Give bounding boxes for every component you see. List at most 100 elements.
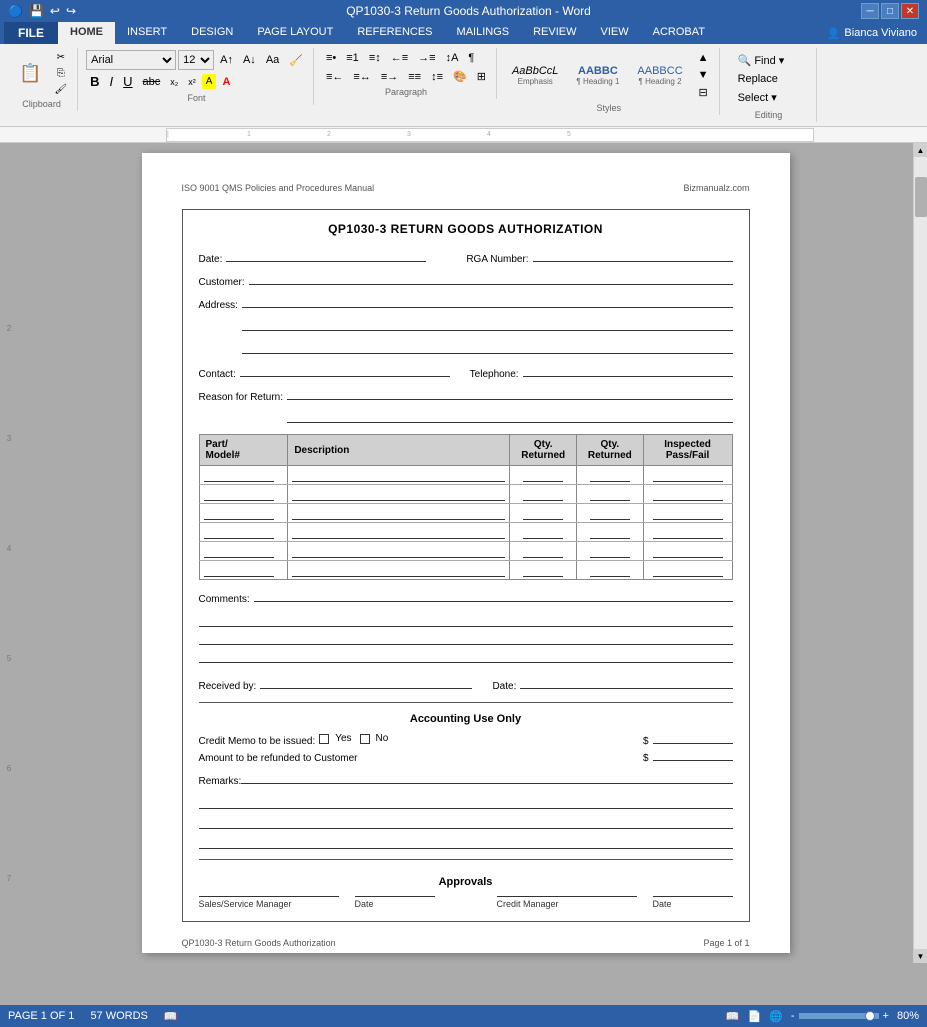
print-layout-icon[interactable]: 📄: [747, 1010, 761, 1023]
reason-field[interactable]: [287, 386, 733, 400]
td-inspect-4[interactable]: [643, 523, 732, 542]
scroll-down-button[interactable]: ▼: [914, 949, 927, 963]
customer-field[interactable]: [249, 271, 733, 285]
minimize-button[interactable]: ─: [861, 3, 879, 19]
td-qty1-3[interactable]: [510, 504, 577, 523]
replace-button[interactable]: Replace: [734, 71, 804, 87]
remarks-field-1[interactable]: [241, 770, 732, 784]
td-inspect-1[interactable]: [643, 466, 732, 485]
td-inspect-6[interactable]: [643, 561, 732, 580]
reason-field-2[interactable]: [287, 409, 733, 423]
sales-manager-line[interactable]: [199, 896, 339, 897]
read-mode-icon[interactable]: 📖: [726, 1010, 740, 1023]
td-qty2-6[interactable]: [577, 561, 644, 580]
remarks-line-4[interactable]: [199, 833, 733, 849]
clear-format-button[interactable]: 🧹: [285, 52, 307, 69]
strikethrough-button[interactable]: abc: [139, 74, 165, 90]
tab-home[interactable]: HOME: [58, 22, 115, 44]
increase-indent-button[interactable]: →≡: [414, 50, 439, 66]
tab-references[interactable]: REFERENCES: [345, 22, 444, 44]
td-qty2-2[interactable]: [577, 485, 644, 504]
shading-button[interactable]: 🎨: [449, 68, 471, 85]
td-inspect-5[interactable]: [643, 542, 732, 561]
zoom-in-icon[interactable]: +: [883, 1010, 889, 1022]
comments-line-3[interactable]: [199, 629, 733, 645]
align-right-button[interactable]: ≡→: [377, 68, 402, 85]
td-inspect-3[interactable]: [643, 504, 732, 523]
underline-button[interactable]: U: [119, 72, 136, 91]
td-qty2-3[interactable]: [577, 504, 644, 523]
grow-font-button[interactable]: A↑: [216, 52, 237, 68]
scroll-up-button[interactable]: ▲: [914, 143, 927, 157]
borders-button[interactable]: ⊞: [473, 68, 490, 85]
td-desc-5[interactable]: [288, 542, 510, 561]
format-painter-button[interactable]: 🖌: [50, 82, 71, 97]
show-formatting-button[interactable]: ¶: [464, 50, 478, 66]
credit-amount-field[interactable]: [653, 743, 733, 744]
td-part-1[interactable]: [199, 466, 288, 485]
zoom-slider[interactable]: [799, 1013, 879, 1019]
align-left-button[interactable]: ≡←: [322, 68, 347, 85]
address-field-1[interactable]: [242, 294, 733, 308]
quick-access-redo[interactable]: ↪: [66, 4, 76, 18]
td-qty1-4[interactable]: [510, 523, 577, 542]
scroll-area[interactable]: ISO 9001 QMS Policies and Procedures Man…: [18, 143, 913, 963]
font-family-select[interactable]: Arial: [86, 50, 176, 70]
tab-file[interactable]: FILE: [4, 22, 58, 44]
td-qty1-5[interactable]: [510, 542, 577, 561]
paste-button[interactable]: 📋: [12, 60, 48, 87]
styles-expand-button[interactable]: ⊟: [694, 84, 713, 101]
web-layout-icon[interactable]: 🌐: [769, 1010, 783, 1023]
find-button[interactable]: 🔍 Find ▾: [734, 52, 804, 69]
bold-button[interactable]: B: [86, 72, 103, 91]
comments-field-1[interactable]: [254, 588, 733, 602]
td-part-3[interactable]: [199, 504, 288, 523]
sales-date-line[interactable]: [355, 896, 435, 897]
shrink-font-button[interactable]: A↓: [239, 52, 260, 68]
td-desc-2[interactable]: [288, 485, 510, 504]
td-qty2-4[interactable]: [577, 523, 644, 542]
received-by-field[interactable]: [260, 675, 472, 689]
td-qty2-1[interactable]: [577, 466, 644, 485]
tab-view[interactable]: VIEW: [589, 22, 641, 44]
justify-button[interactable]: ≡≡: [404, 68, 425, 85]
styles-up-button[interactable]: ▲: [694, 50, 713, 66]
refund-amount-field[interactable]: [653, 760, 733, 761]
td-qty2-5[interactable]: [577, 542, 644, 561]
text-highlight-button[interactable]: A: [202, 74, 217, 89]
style-heading1[interactable]: AABBC ¶ Heading 1: [569, 62, 626, 89]
remarks-line-2[interactable]: [199, 793, 733, 809]
tab-mailings[interactable]: MAILINGS: [445, 22, 522, 44]
comments-line-4[interactable]: [199, 647, 733, 663]
select-button[interactable]: Select ▾: [734, 89, 804, 106]
credit-date-line[interactable]: [653, 896, 733, 897]
td-part-6[interactable]: [199, 561, 288, 580]
td-desc-4[interactable]: [288, 523, 510, 542]
rga-number-field[interactable]: [533, 248, 733, 262]
superscript-button[interactable]: x²: [184, 75, 200, 89]
scroll-thumb[interactable]: [915, 177, 927, 217]
change-case-button[interactable]: Aa: [262, 52, 283, 68]
language-icon[interactable]: 📖: [164, 1010, 178, 1023]
tab-page-layout[interactable]: PAGE LAYOUT: [245, 22, 345, 44]
copy-button[interactable]: ⎘: [50, 66, 71, 81]
font-size-select[interactable]: 12: [178, 50, 214, 70]
style-heading2[interactable]: AABBCC ¶ Heading 2: [630, 62, 689, 89]
address-field-2[interactable]: [242, 317, 733, 331]
align-center-button[interactable]: ≡↔: [349, 68, 374, 85]
remarks-line-3[interactable]: [199, 813, 733, 829]
zoom-out-icon[interactable]: -: [791, 1010, 795, 1022]
tab-review[interactable]: REVIEW: [521, 22, 588, 44]
subscript-button[interactable]: x₂: [166, 75, 182, 89]
italic-button[interactable]: I: [106, 72, 118, 91]
quick-access-save[interactable]: 💾: [29, 4, 44, 18]
tab-design[interactable]: DESIGN: [179, 22, 245, 44]
td-qty1-6[interactable]: [510, 561, 577, 580]
no-checkbox[interactable]: [360, 734, 370, 744]
tab-acrobat[interactable]: ACROBAT: [641, 22, 717, 44]
received-date-field[interactable]: [520, 675, 732, 689]
scroll-track[interactable]: [914, 157, 927, 949]
td-desc-6[interactable]: [288, 561, 510, 580]
style-emphasis[interactable]: AaBbCcL Emphasis: [505, 62, 565, 89]
td-desc-3[interactable]: [288, 504, 510, 523]
